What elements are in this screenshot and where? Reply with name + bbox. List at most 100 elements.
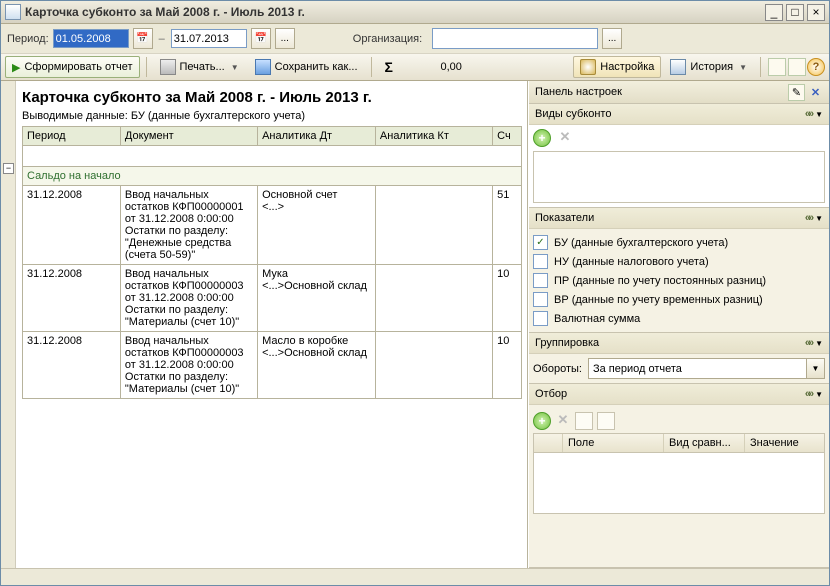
sum-button[interactable]: Σ	[378, 56, 400, 78]
sum-value: 0,00	[402, 61, 470, 73]
col-acc: Сч	[493, 127, 522, 146]
settings-panel: Панель настроек ✎ ✕ Виды субконто «» ▼ +…	[528, 81, 829, 568]
indicator-row[interactable]: ПР (данные по учету постоянных разниц)	[533, 271, 825, 290]
chevron-down-icon: ▼	[815, 110, 823, 119]
saldo-row: Сальдо на начало	[23, 167, 522, 186]
report-subtitle: Выводимые данные: БУ (данные бухгалтерск…	[22, 110, 527, 122]
chevron-down-icon: ▼	[815, 339, 823, 348]
checkbox[interactable]	[533, 292, 548, 307]
tool-icon-1[interactable]	[768, 58, 786, 76]
maximize-button[interactable]: □	[786, 4, 804, 21]
period-label: Период:	[7, 33, 49, 45]
toolbar-separator	[371, 57, 372, 77]
col-period: Период	[23, 127, 121, 146]
organization-label: Организация:	[353, 33, 422, 45]
close-panel-icon[interactable]: ✕	[808, 85, 823, 100]
section-filter: Отбор «» ▼ + ✕ Поле	[529, 384, 829, 568]
remove-subkonto-button[interactable]: ✕	[557, 129, 573, 145]
section-grouping: Группировка «» ▼ Обороты: За период отче…	[529, 333, 829, 384]
toolbar-separator	[760, 57, 761, 77]
outline-gutter: −	[1, 81, 16, 568]
indicator-row[interactable]: ВР (данные по учету временных разниц)	[533, 290, 825, 309]
print-button[interactable]: Печать... ▼	[153, 56, 246, 78]
section-filter-header[interactable]: Отбор «» ▼	[529, 384, 829, 405]
indicator-label: Валютная сумма	[554, 313, 640, 325]
settings-panel-header: Панель настроек ✎ ✕	[529, 81, 829, 104]
organization-picker-button[interactable]: ...	[602, 28, 622, 49]
saldo-cell: Сальдо на начало	[23, 167, 522, 186]
settings-panel-title: Панель настроек	[535, 86, 622, 98]
grouping-label: Обороты:	[533, 363, 582, 375]
window-title: Карточка субконто за Май 2008 г. - Июль …	[25, 5, 762, 19]
tool-icon-2[interactable]	[788, 58, 806, 76]
section-indicators-header[interactable]: Показатели «» ▼	[529, 208, 829, 229]
sigma-icon: Σ	[385, 59, 393, 75]
toolbar-separator	[146, 57, 147, 77]
section-subkonto-header[interactable]: Виды субконто «» ▼	[529, 104, 829, 125]
filter-body[interactable]	[534, 453, 824, 513]
filter-grid: Поле Вид сравн... Значение	[533, 433, 825, 514]
period-from-input[interactable]	[53, 29, 129, 48]
close-button[interactable]: ×	[807, 4, 825, 21]
help-button[interactable]: ?	[807, 58, 825, 76]
indicator-label: ПР (данные по учету постоянных разниц)	[554, 275, 766, 287]
period-picker-button[interactable]: ...	[275, 28, 295, 49]
chevron-icon: «»	[805, 108, 811, 120]
checkbox[interactable]: ✓	[533, 235, 548, 250]
indicator-row[interactable]: ✓БУ (данные бухгалтерского учета)	[533, 233, 825, 252]
subkonto-list[interactable]	[533, 151, 825, 203]
grouping-value: За период отчета	[593, 363, 682, 375]
document-icon	[5, 4, 21, 20]
grouping-combo[interactable]: За период отчета ▼	[588, 358, 825, 379]
horizontal-scrollbar[interactable]	[1, 568, 829, 585]
col-document: Документ	[120, 127, 257, 146]
table-row[interactable]: 31.12.2008 Ввод начальных остатков КФП00…	[23, 265, 522, 332]
indicator-label: ВР (данные по учету временных разниц)	[554, 294, 763, 306]
collapse-button[interactable]: −	[3, 163, 14, 174]
col-dt: Аналитика Дт	[258, 127, 376, 146]
filter-tool-1-icon[interactable]	[575, 412, 593, 430]
filter-col-value: Значение	[745, 434, 824, 452]
section-grouping-header[interactable]: Группировка «» ▼	[529, 333, 829, 354]
disk-icon	[255, 59, 271, 75]
filter-col-compare: Вид сравн...	[664, 434, 745, 452]
organization-input[interactable]	[432, 28, 598, 49]
calendar-from-button[interactable]: 📅	[133, 28, 153, 49]
chevron-icon: «»	[805, 388, 811, 400]
table-row[interactable]: 31.12.2008 Ввод начальных остатков КФП00…	[23, 332, 522, 399]
filter-col-field: Поле	[563, 434, 664, 452]
checkbox[interactable]	[533, 273, 548, 288]
section-indicators: Показатели «» ▼ ✓БУ (данные бухгалтерско…	[529, 208, 829, 333]
add-filter-button[interactable]: +	[533, 412, 551, 430]
settings-button[interactable]: Настройка	[573, 56, 661, 78]
calendar-to-button[interactable]: 📅	[251, 28, 271, 49]
checkbox[interactable]	[533, 311, 548, 326]
report-title: Карточка субконто за Май 2008 г. - Июль …	[22, 89, 527, 106]
indicator-label: НУ (данные налогового учета)	[554, 256, 709, 268]
period-bar: Период: 📅 – 📅 ... Организация: ...	[1, 24, 829, 53]
history-label: История	[690, 61, 733, 73]
add-subkonto-button[interactable]: +	[533, 129, 551, 147]
remove-filter-button[interactable]: ✕	[555, 412, 571, 428]
period-to-input[interactable]	[171, 29, 247, 48]
chevron-down-icon: ▼	[806, 359, 824, 378]
settings-label: Настройка	[600, 61, 654, 73]
history-icon	[670, 59, 686, 75]
table-header-row: Период Документ Аналитика Дт Аналитика К…	[23, 127, 522, 146]
history-button[interactable]: История ▼	[663, 56, 754, 78]
chevron-down-icon: ▼	[739, 63, 747, 72]
printer-icon	[160, 59, 176, 75]
minimize-button[interactable]: _	[765, 4, 783, 21]
table-row[interactable]: 31.12.2008 Ввод начальных остатков КФП00…	[23, 186, 522, 265]
chevron-down-icon: ▼	[815, 390, 823, 399]
print-label: Печать...	[180, 61, 225, 73]
indicator-row[interactable]: Валютная сумма	[533, 309, 825, 328]
chevron-down-icon: ▼	[231, 63, 239, 72]
generate-report-button[interactable]: ▶ Сформировать отчет	[5, 56, 140, 78]
filter-tool-2-icon[interactable]	[597, 412, 615, 430]
indicator-row[interactable]: НУ (данные налогового учета)	[533, 252, 825, 271]
generate-report-label: Сформировать отчет	[24, 61, 132, 73]
checkbox[interactable]	[533, 254, 548, 269]
save-as-button[interactable]: Сохранить как...	[248, 56, 365, 78]
edit-panel-icon[interactable]: ✎	[788, 84, 805, 101]
